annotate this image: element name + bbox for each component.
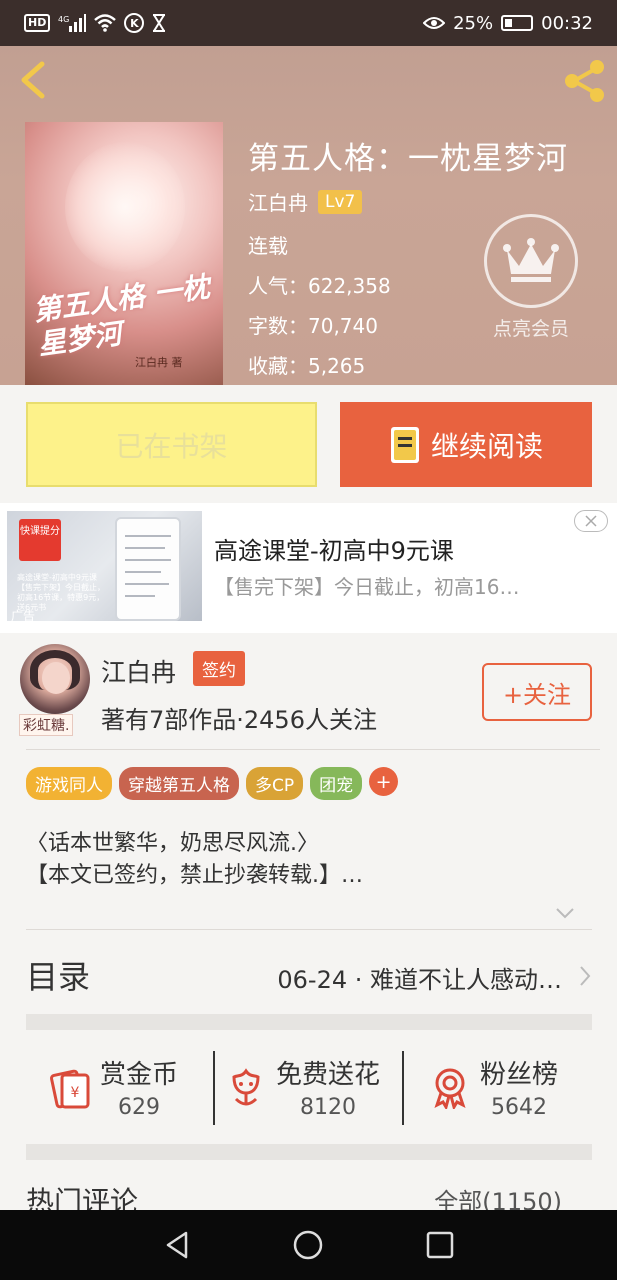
cover-title: 第五人格 一枕星梦河 bbox=[31, 270, 212, 362]
share-button[interactable] bbox=[560, 56, 610, 106]
author-name[interactable]: 江白冉 bbox=[101, 653, 176, 689]
book-cover[interactable]: 第五人格 一枕星梦河 江白冉 著 bbox=[25, 122, 223, 385]
vip-label: 点亮会员 bbox=[492, 318, 569, 340]
continue-reading-button[interactable]: 继续阅读 bbox=[340, 402, 592, 487]
battery-percent: 25% bbox=[453, 12, 494, 34]
nav-recents-button[interactable] bbox=[424, 1229, 456, 1261]
flowers-label: 免费送花 bbox=[276, 1060, 381, 1090]
cover-author: 江白冉 著 bbox=[135, 356, 183, 369]
ad-close-button[interactable] bbox=[574, 510, 608, 532]
intro-line-2: 【本文已签约，禁止抄袭转载.】… bbox=[26, 863, 363, 888]
tag-item[interactable]: 穿越第五人格 bbox=[119, 767, 239, 800]
intro-line-1: 〈话本世繁华，奶思尽风流.〉 bbox=[26, 831, 319, 856]
system-nav-bar bbox=[0, 1210, 617, 1280]
tag-item[interactable]: 团宠 bbox=[310, 767, 363, 800]
section-separator bbox=[26, 1144, 592, 1160]
ad-logo: 快课提分 bbox=[19, 519, 61, 561]
tag-list: 游戏同人 穿越第五人格 多CP 团宠 + bbox=[26, 767, 399, 800]
hd-badge: HD bbox=[24, 14, 51, 32]
fan-ranking-button[interactable]: 粉丝榜 5642 bbox=[426, 1047, 558, 1127]
ad-banner[interactable]: 快课提分 高途课堂-初高中9元课 【售完下架】今日截止，初高16节课，特惠9元，… bbox=[0, 503, 617, 633]
book-word-count: 字数：70,740 bbox=[248, 314, 378, 338]
flower-icon bbox=[222, 1063, 270, 1111]
ad-tag: 广告 bbox=[11, 609, 36, 621]
share-icon bbox=[565, 60, 604, 102]
reward-coins-button[interactable]: ¥ 赏金币 629 bbox=[46, 1047, 178, 1127]
section-separator bbox=[26, 1014, 592, 1030]
in-bookshelf-button[interactable]: 已在书架 bbox=[26, 402, 317, 487]
medal-icon bbox=[426, 1063, 474, 1111]
avatar-tag: 彩虹糖. bbox=[19, 714, 74, 736]
expand-intro-button[interactable] bbox=[555, 905, 575, 924]
continue-reading-label: 继续阅读 bbox=[430, 429, 543, 463]
cover-illustration bbox=[65, 142, 185, 272]
fans-value: 5642 bbox=[491, 1095, 547, 1120]
book-popularity: 人气：622,358 bbox=[248, 274, 391, 298]
square-recents-icon bbox=[426, 1231, 454, 1259]
toc-label: 目录 bbox=[26, 958, 91, 996]
k-app-icon: K bbox=[124, 13, 145, 33]
chevron-left-icon bbox=[21, 61, 45, 99]
support-stats: ¥ 赏金币 629 免费送花 8120 粉丝榜 5642 bbox=[26, 1047, 592, 1127]
hourglass-icon bbox=[152, 14, 166, 32]
back-button[interactable] bbox=[14, 60, 50, 100]
reward-label: 赏金币 bbox=[100, 1060, 179, 1090]
book-title: 第五人格：一枕星梦河 bbox=[248, 141, 568, 177]
wifi-icon bbox=[94, 14, 117, 32]
level-badge: Lv7 bbox=[318, 189, 363, 214]
send-flowers-button[interactable]: 免费送花 8120 bbox=[222, 1047, 380, 1127]
reward-value: 629 bbox=[118, 1095, 160, 1120]
book-intro[interactable]: 〈话本世繁华，奶思尽风流.〉 【本文已签约，禁止抄袭转载.】… bbox=[26, 828, 363, 892]
more-tags-button[interactable]: + bbox=[369, 767, 399, 796]
fans-label: 粉丝榜 bbox=[480, 1060, 559, 1090]
latest-chapter: 06-24 · 难道不让人感动… bbox=[277, 966, 562, 994]
battery-icon bbox=[501, 15, 534, 31]
vip-button[interactable]: 点亮会员 bbox=[482, 214, 580, 341]
chevron-down-icon bbox=[556, 908, 574, 919]
action-bar: 已在书架 继续阅读 bbox=[0, 385, 617, 503]
book-favorites: 收藏：5,265 bbox=[248, 354, 366, 378]
author-stats: 著有7部作品·2456人关注 bbox=[101, 706, 377, 734]
ad-image[interactable]: 快课提分 高途课堂-初高中9元课 【售完下架】今日截止，初高16节课，特惠9元，… bbox=[7, 511, 202, 621]
eye-icon bbox=[423, 16, 446, 30]
clock: 00:32 bbox=[541, 12, 593, 34]
signed-badge: 签约 bbox=[193, 651, 245, 686]
nav-home-button[interactable] bbox=[292, 1229, 324, 1261]
status-bar: HD 4G K 25% 00:32 bbox=[0, 0, 617, 46]
table-of-contents-row[interactable]: 目录 06-24 · 难道不让人感动… bbox=[26, 952, 592, 998]
svg-text:¥: ¥ bbox=[71, 1085, 80, 1101]
header-author-name[interactable]: 江白冉 bbox=[248, 187, 308, 216]
triangle-back-icon bbox=[166, 1231, 188, 1259]
chevron-right-icon bbox=[578, 964, 592, 992]
header-author-line: 江白冉 Lv7 bbox=[248, 187, 363, 216]
red-envelope-icon: ¥ bbox=[46, 1063, 94, 1111]
follow-button[interactable]: +关注 bbox=[482, 663, 592, 721]
book-status: 连载 bbox=[248, 234, 288, 258]
close-icon bbox=[585, 515, 597, 527]
book-icon bbox=[390, 426, 419, 463]
svg-text:4G: 4G bbox=[58, 15, 69, 24]
ad-title[interactable]: 高途课堂-初高中9元课 bbox=[214, 531, 454, 566]
flowers-value: 8120 bbox=[300, 1095, 356, 1120]
tag-item[interactable]: 游戏同人 bbox=[26, 767, 112, 800]
ad-subtitle[interactable]: 【售完下架】今日截止，初高16… bbox=[214, 571, 519, 600]
author-avatar[interactable] bbox=[20, 644, 90, 714]
signal-icon: 4G bbox=[58, 14, 87, 32]
nav-back-button[interactable] bbox=[162, 1229, 194, 1261]
crown-icon bbox=[484, 214, 578, 308]
divider bbox=[26, 929, 592, 930]
circle-home-icon bbox=[293, 1230, 323, 1260]
tag-item[interactable]: 多CP bbox=[246, 767, 304, 800]
divider bbox=[26, 749, 600, 750]
ad-phone-graphic bbox=[115, 517, 181, 621]
